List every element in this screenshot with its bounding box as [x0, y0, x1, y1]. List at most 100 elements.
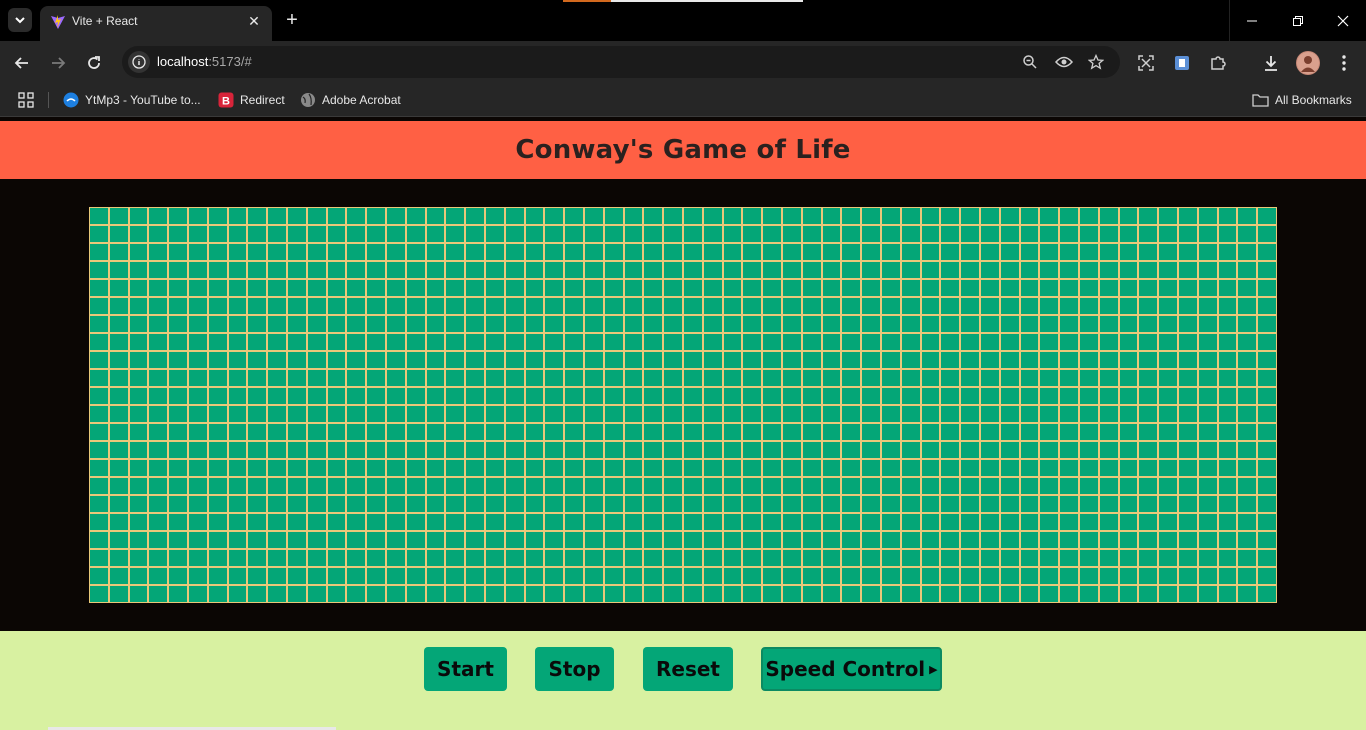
- grid-cell[interactable]: [1119, 226, 1138, 242]
- grid-cell[interactable]: [961, 334, 979, 350]
- grid-cell[interactable]: [169, 208, 187, 224]
- grid-cell[interactable]: [109, 478, 128, 494]
- grid-cell[interactable]: [644, 334, 663, 350]
- grid-cell[interactable]: [961, 460, 979, 476]
- grid-cell[interactable]: [1218, 262, 1237, 278]
- grid-cell[interactable]: [307, 460, 326, 476]
- grid-cell[interactable]: [228, 298, 247, 314]
- grid-cell[interactable]: [743, 586, 762, 602]
- grid-cell[interactable]: [703, 208, 722, 224]
- grid-cell[interactable]: [941, 424, 960, 440]
- grid-cell[interactable]: [624, 550, 643, 566]
- grid-cell[interactable]: [1178, 226, 1197, 242]
- grid-cell[interactable]: [525, 244, 544, 260]
- grid-cell[interactable]: [406, 352, 425, 368]
- grid-cell[interactable]: [426, 586, 445, 602]
- grid-cell[interactable]: [268, 550, 286, 566]
- grid-cell[interactable]: [921, 550, 940, 566]
- grid-cell[interactable]: [1258, 496, 1276, 512]
- grid-cell[interactable]: [406, 226, 425, 242]
- grid-cell[interactable]: [802, 262, 821, 278]
- grid-cell[interactable]: [1040, 460, 1059, 476]
- grid-cell[interactable]: [1139, 370, 1158, 386]
- grid-cell[interactable]: [466, 262, 484, 278]
- grid-cell[interactable]: [149, 442, 168, 458]
- grid-cell[interactable]: [802, 388, 821, 404]
- grid-cell[interactable]: [901, 568, 920, 584]
- grid-cell[interactable]: [248, 442, 267, 458]
- reset-button[interactable]: Reset: [643, 647, 733, 691]
- grid-cell[interactable]: [1040, 352, 1059, 368]
- grid-cell[interactable]: [1079, 208, 1098, 224]
- grid-cell[interactable]: [287, 568, 306, 584]
- grid-cell[interactable]: [248, 514, 267, 530]
- grid-cell[interactable]: [228, 208, 247, 224]
- grid-cell[interactable]: [1139, 280, 1158, 296]
- grid-cell[interactable]: [1178, 370, 1197, 386]
- grid-cell[interactable]: [188, 262, 207, 278]
- grid-cell[interactable]: [763, 262, 781, 278]
- grid-cell[interactable]: [386, 550, 405, 566]
- grid-cell[interactable]: [327, 568, 346, 584]
- grid-cell[interactable]: [565, 316, 583, 332]
- grid-cell[interactable]: [406, 442, 425, 458]
- grid-cell[interactable]: [624, 586, 643, 602]
- grid-cell[interactable]: [584, 478, 603, 494]
- grid-cell[interactable]: [208, 334, 227, 350]
- grid-cell[interactable]: [802, 316, 821, 332]
- grid-cell[interactable]: [545, 244, 564, 260]
- grid-cell[interactable]: [1040, 388, 1059, 404]
- grid-cell[interactable]: [822, 478, 841, 494]
- grid-cell[interactable]: [584, 514, 603, 530]
- grid-cell[interactable]: [604, 208, 623, 224]
- grid-cell[interactable]: [169, 244, 187, 260]
- grid-cell[interactable]: [208, 244, 227, 260]
- grid-cell[interactable]: [208, 460, 227, 476]
- grid-cell[interactable]: [881, 568, 900, 584]
- grid-cell[interactable]: [565, 478, 583, 494]
- grid-cell[interactable]: [921, 370, 940, 386]
- grid-cell[interactable]: [822, 406, 841, 422]
- grid-cell[interactable]: [1079, 280, 1098, 296]
- grid-cell[interactable]: [683, 298, 702, 314]
- grid-cell[interactable]: [90, 298, 108, 314]
- grid-cell[interactable]: [1258, 262, 1276, 278]
- grid-cell[interactable]: [862, 514, 880, 530]
- grid-cell[interactable]: [347, 550, 366, 566]
- grid-cell[interactable]: [1159, 514, 1177, 530]
- grid-cell[interactable]: [604, 262, 623, 278]
- grid-cell[interactable]: [901, 388, 920, 404]
- grid-cell[interactable]: [604, 532, 623, 548]
- grid-cell[interactable]: [1060, 568, 1078, 584]
- grid-cell[interactable]: [1079, 442, 1098, 458]
- grid-cell[interactable]: [862, 352, 880, 368]
- grid-cell[interactable]: [248, 586, 267, 602]
- grid-cell[interactable]: [268, 208, 286, 224]
- grid-cell[interactable]: [881, 280, 900, 296]
- grid-cell[interactable]: [1159, 406, 1177, 422]
- grid-cell[interactable]: [921, 262, 940, 278]
- grid-cell[interactable]: [723, 208, 742, 224]
- grid-cell[interactable]: [505, 442, 524, 458]
- grid-cell[interactable]: [703, 244, 722, 260]
- grid-cell[interactable]: [367, 586, 385, 602]
- extensions-puzzle-icon[interactable]: [1207, 52, 1229, 74]
- grid-cell[interactable]: [90, 226, 108, 242]
- grid-cell[interactable]: [1258, 334, 1276, 350]
- grid-cell[interactable]: [1258, 550, 1276, 566]
- grid-cell[interactable]: [1139, 550, 1158, 566]
- grid-cell[interactable]: [1258, 352, 1276, 368]
- grid-cell[interactable]: [1198, 424, 1217, 440]
- grid-cell[interactable]: [307, 298, 326, 314]
- grid-cell[interactable]: [525, 280, 544, 296]
- grid-cell[interactable]: [1218, 244, 1237, 260]
- grid-cell[interactable]: [862, 532, 880, 548]
- grid-cell[interactable]: [525, 532, 544, 548]
- grid-cell[interactable]: [169, 352, 187, 368]
- grid-cell[interactable]: [703, 478, 722, 494]
- grid-cell[interactable]: [802, 298, 821, 314]
- grid-cell[interactable]: [901, 550, 920, 566]
- grid-cell[interactable]: [1020, 532, 1039, 548]
- grid-cell[interactable]: [1238, 208, 1257, 224]
- grid-cell[interactable]: [327, 550, 346, 566]
